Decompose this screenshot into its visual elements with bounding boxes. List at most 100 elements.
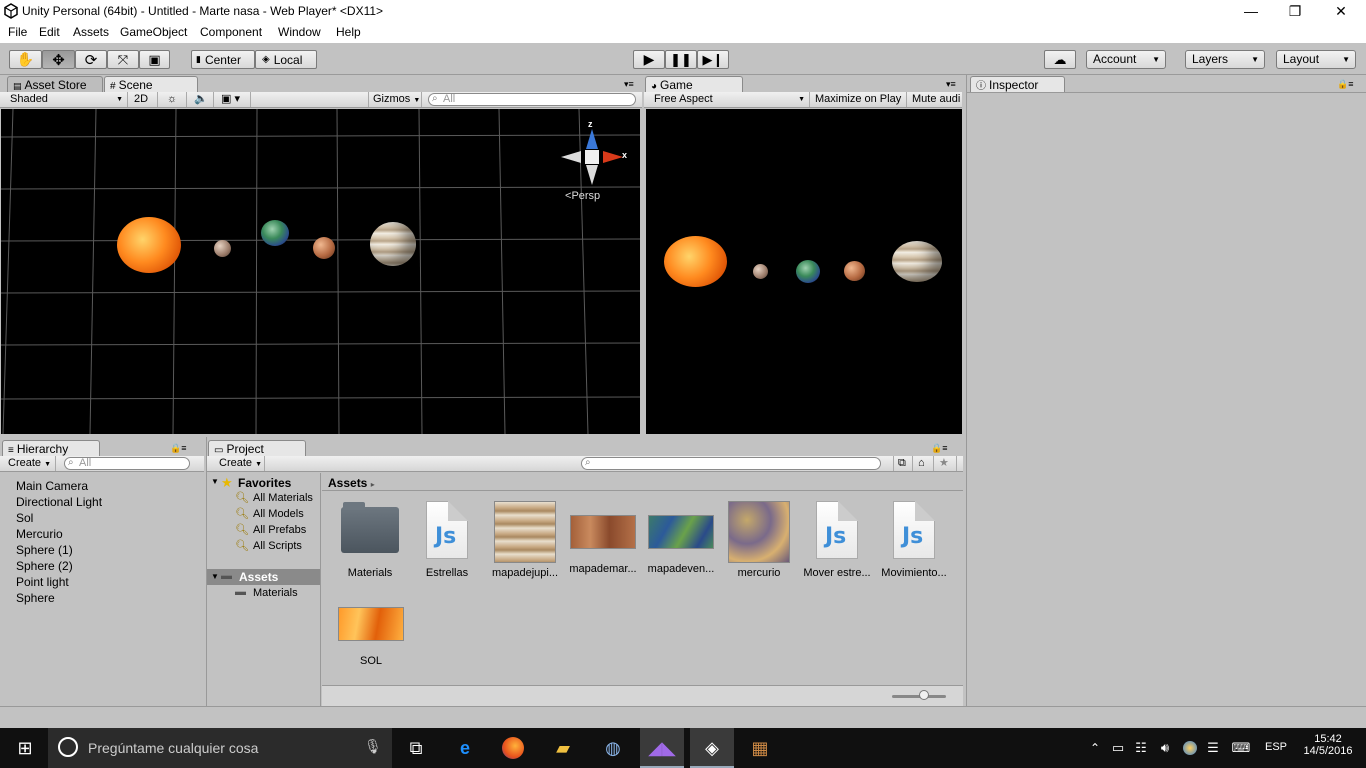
asset-item[interactable]: mapademar... [566,501,640,575]
lock-menu-icon[interactable]: 🔒≡ [1337,79,1353,90]
hierarchy-create-button[interactable]: Create ▼ [4,456,56,471]
cloud-button[interactable]: ☁ [1044,50,1076,69]
mars-sphere[interactable] [313,237,335,259]
tab-game[interactable]: ◕ Game [645,76,743,93]
network-app-icon[interactable]: ◍ [600,736,626,760]
favorite-star-icon[interactable]: ★ [935,456,957,471]
menu-window[interactable]: Window [278,25,321,39]
gizmos-dropdown[interactable]: Gizmos ▼ [368,92,422,107]
asset-item[interactable]: mapadejupi... [488,501,562,579]
volume-icon[interactable]: 🔊︎ [1152,736,1178,760]
favorites-label[interactable]: Favorites [238,476,291,490]
asset-item[interactable]: Js Movimiento... [877,501,951,579]
2d-toggle[interactable]: 2D [130,92,158,107]
network-icon[interactable]: ☷ [1128,736,1154,760]
list-item[interactable]: Mercurio [16,527,63,541]
audio-toggle-icon[interactable]: 🔈 [190,92,214,107]
pivot-local-button[interactable]: ◈ Local [255,50,317,69]
move-tool-button[interactable]: ✥ [42,50,75,69]
orientation-gizmo[interactable]: z x <Persp [557,117,627,207]
list-item[interactable]: Point light [16,575,69,589]
asset-item[interactable]: Js Estrellas [410,501,484,579]
menu-help[interactable]: Help [336,25,361,39]
layers-dropdown[interactable]: Layers ▼ [1185,50,1265,69]
asset-item[interactable]: Materials [333,501,407,579]
rotate-tool-button[interactable]: ⟳ [75,50,107,69]
tab-asset-store[interactable]: ▤ Asset Store [7,76,103,93]
play-button[interactable]: ▶ [633,50,665,69]
project-create-button[interactable]: Create ▼ [215,456,265,471]
input-language[interactable]: ESP [1265,741,1287,753]
aspect-dropdown[interactable]: Free Aspect ▼ [650,92,810,107]
file-explorer-icon[interactable]: ▰ [550,736,576,760]
asset-item[interactable]: mapadeven... [644,501,718,575]
tree-item[interactable]: All Models [253,508,304,520]
asset-item[interactable]: Js Mover estre... [800,501,874,579]
filter-type-icon[interactable]: ⧉ [893,456,913,471]
persp-label[interactable]: <Persp [565,190,600,202]
menu-assets[interactable]: Assets [73,25,109,39]
close-button[interactable]: ✕ [1318,0,1364,23]
cortana-search-box[interactable]: Pregúntame cualquier cosa 🎙︎ [48,728,392,768]
scene-search-input[interactable]: All [428,93,636,106]
sun-sphere[interactable] [117,217,181,273]
shading-dropdown[interactable]: Shaded ▼ [0,92,128,107]
list-item[interactable]: Main Camera [16,479,88,493]
slider-thumb[interactable] [919,690,929,700]
keyboard-icon[interactable]: ⌨ [1228,736,1254,760]
mercury-sphere[interactable] [214,240,231,257]
microphone-icon[interactable]: 🎙︎ [364,738,382,755]
pivot-center-button[interactable]: ▮ Center [191,50,255,69]
tab-inspector[interactable]: ⓘ Inspector [970,76,1065,93]
menu-gameobject[interactable]: GameObject [120,25,187,39]
effects-dropdown-icon[interactable]: ▣ ▾ [217,92,251,107]
maximize-button[interactable]: ❐ [1272,0,1318,23]
step-button[interactable]: ▶❙ [697,50,729,69]
list-item[interactable]: Sol [16,511,33,525]
list-item[interactable]: Sphere [16,591,55,605]
maximize-on-play-toggle[interactable]: Maximize on Play [811,92,907,107]
clock[interactable]: 15:42 14/5/2016 [1300,733,1356,757]
list-item[interactable]: Directional Light [16,495,102,509]
layout-dropdown[interactable]: Layout ▼ [1276,50,1356,69]
tab-project[interactable]: ▭ Project [208,440,306,457]
game-view[interactable] [646,109,962,434]
edge-icon[interactable]: e [452,736,478,760]
filter-label-icon[interactable]: ⌂ [914,456,934,471]
account-dropdown[interactable]: Account ▼ [1086,50,1166,69]
visual-studio-taskbar-button[interactable]: ◢◣ [640,728,684,768]
lock-menu-icon[interactable]: 🔒≡ [931,443,947,454]
earth-sphere[interactable] [261,220,289,246]
pause-button[interactable]: ❚❚ [665,50,697,69]
hierarchy-search-input[interactable]: All [64,457,190,470]
asset-item[interactable]: SOL [334,593,408,667]
menu-file[interactable]: File [8,25,27,39]
mute-audio-toggle[interactable]: Mute audi [908,92,962,107]
unity-taskbar-button[interactable]: ◈ [690,728,734,768]
menu-edit[interactable]: Edit [39,25,60,39]
project-search-input[interactable] [581,457,881,470]
expand-arrow-icon[interactable]: ▼ [211,477,219,486]
rect-tool-button[interactable]: ▣ [139,50,170,69]
scale-tool-button[interactable]: ⤧ [107,50,139,69]
tab-hierarchy[interactable]: ≡ Hierarchy [2,440,100,457]
panel-menu-icon[interactable]: ▾≡ [946,79,956,90]
tree-item-assets-selected[interactable]: ▼ ▬ Assets [207,569,320,585]
tree-item[interactable]: All Scripts [253,540,302,552]
list-item[interactable]: Sphere (2) [16,559,73,573]
panel-menu-icon[interactable]: ▾≡ [624,79,634,90]
tree-item[interactable]: All Materials [253,492,313,504]
tree-item[interactable]: Materials [253,587,298,599]
asset-item[interactable]: mercurio [722,501,796,579]
scene-view[interactable]: z x <Persp [1,109,640,434]
winrar-icon[interactable]: ▦ [747,736,773,760]
lighting-toggle-icon[interactable]: ☼ [163,92,187,107]
breadcrumb[interactable]: Assets ▸ [328,476,375,490]
list-item[interactable]: Sphere (1) [16,543,73,557]
tree-item[interactable]: All Prefabs [253,524,306,536]
hand-tool-button[interactable]: ✋ [9,50,42,69]
jupiter-sphere[interactable] [370,222,416,266]
lock-menu-icon[interactable]: 🔒≡ [170,443,186,454]
tab-scene[interactable]: # Scene [104,76,198,93]
task-view-icon[interactable]: ⧉ [403,736,429,760]
